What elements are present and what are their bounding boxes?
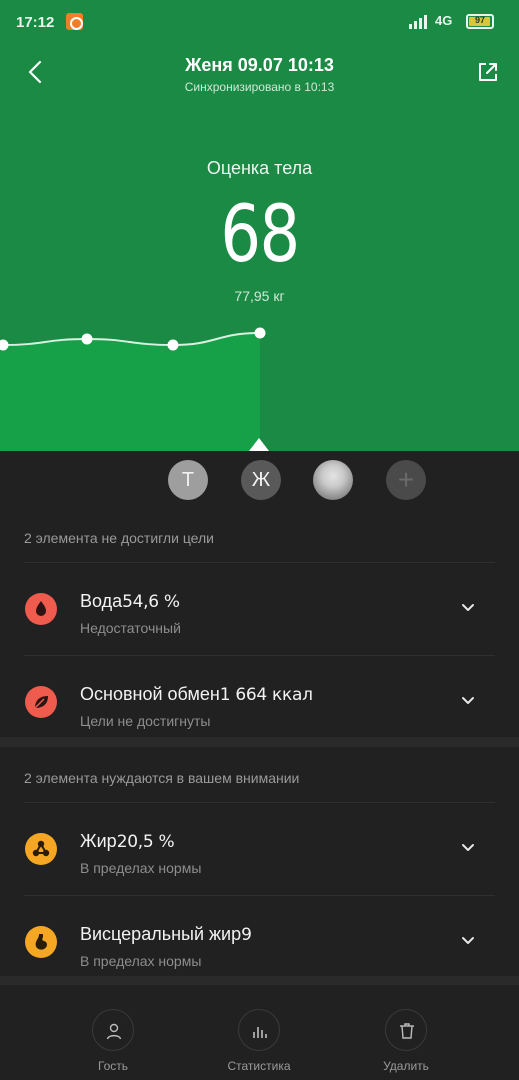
weight-value: 77,95 кг — [234, 288, 285, 304]
metric-value: 54,6 % — [122, 592, 180, 612]
add-user-button[interactable]: + — [386, 460, 426, 500]
section-title-attention: 2 элемента нуждаются в вашем внимании — [24, 770, 300, 786]
chevron-down-icon — [462, 937, 474, 944]
metric-status: В пределах нормы — [80, 953, 202, 969]
score-label: Оценка тела — [206, 158, 313, 178]
trend-point[interactable] — [167, 339, 179, 351]
metric-row-visceral-fat[interactable]: Висцеральный жир9 В пределах нормы — [0, 895, 519, 987]
molecule-icon — [25, 833, 57, 865]
user-avatar-photo[interactable] — [313, 460, 353, 500]
chevron-down-icon — [462, 697, 474, 704]
metric-value: 1 664 ккал — [219, 685, 313, 705]
statistics-button[interactable]: Статистика — [204, 1003, 314, 1073]
user-initial: Т — [181, 468, 195, 491]
metric-row-fat[interactable]: Жир20,5 % В пределах нормы — [0, 802, 519, 894]
body-score-header: 17:12 4G 97 Женя 09.07 10:13 Синхронизир… — [0, 0, 519, 451]
metric-status: Цели не достигнуты — [80, 713, 211, 729]
trend-point[interactable] — [254, 327, 266, 339]
battery-percent: 97 — [474, 15, 485, 25]
chevron-down-icon — [462, 604, 474, 611]
metric-name: Висцеральный жир9 — [80, 924, 252, 945]
chevron-left-icon — [28, 60, 42, 84]
trend-area — [0, 333, 260, 451]
guest-label: Гость — [97, 1059, 129, 1073]
chevron-down-icon — [462, 844, 474, 851]
page-title: Женя 09.07 10:13 — [185, 55, 334, 75]
battery-icon: 97 — [466, 14, 494, 29]
sync-status: Синхронизировано в 10:13 — [184, 80, 335, 94]
metric-status: Недостаточный — [80, 620, 181, 636]
section-gap — [0, 737, 519, 747]
status-bar: 17:12 4G 97 — [0, 0, 519, 44]
back-button[interactable] — [20, 56, 52, 88]
user-switcher: Т Ж + — [0, 460, 519, 500]
guest-button[interactable]: Гость — [58, 1003, 168, 1073]
metric-value: 20,5 % — [116, 832, 175, 852]
trend-point[interactable] — [81, 333, 93, 345]
network-type: 4G — [435, 13, 453, 28]
delete-button[interactable]: Удалить — [351, 1003, 461, 1073]
leaf-icon — [25, 686, 57, 718]
signal-icon — [409, 15, 431, 29]
user-avatar-t[interactable]: Т — [168, 460, 208, 500]
user-icon — [106, 1023, 122, 1040]
external-link-icon — [479, 63, 497, 81]
bottom-nav: Гость Статистика Удалить — [0, 985, 519, 1080]
metric-name: Основной обмен1 664 ккал — [80, 684, 313, 705]
stomach-icon — [25, 926, 57, 958]
trash-icon — [400, 1023, 414, 1039]
score-trend-chart[interactable] — [0, 310, 519, 451]
selected-pointer — [249, 438, 269, 451]
notification-icon — [66, 13, 83, 30]
user-avatar-zh[interactable]: Ж — [241, 460, 281, 500]
metric-name: Жир20,5 % — [80, 831, 175, 852]
delete-label: Удалить — [383, 1059, 429, 1073]
metric-name: Вода54,6 % — [80, 591, 180, 612]
status-time: 17:12 — [16, 14, 55, 31]
metric-value: 9 — [241, 925, 252, 945]
metric-status: В пределах нормы — [80, 860, 202, 876]
share-button[interactable] — [472, 56, 504, 88]
statistics-label: Статистика — [227, 1059, 291, 1073]
water-drop-icon — [25, 593, 57, 625]
plus-icon: + — [397, 464, 415, 495]
section-title-unmet: 2 элемента не достигли цели — [24, 530, 214, 546]
user-initial: Ж — [251, 468, 271, 491]
score-value: 68 — [220, 190, 300, 280]
metric-row-bmr[interactable]: Основной обмен1 664 ккал Цели не достигн… — [0, 655, 519, 747]
bar-chart-icon — [253, 1027, 267, 1038]
metric-row-water[interactable]: Вода54,6 % Недостаточный — [0, 562, 519, 654]
